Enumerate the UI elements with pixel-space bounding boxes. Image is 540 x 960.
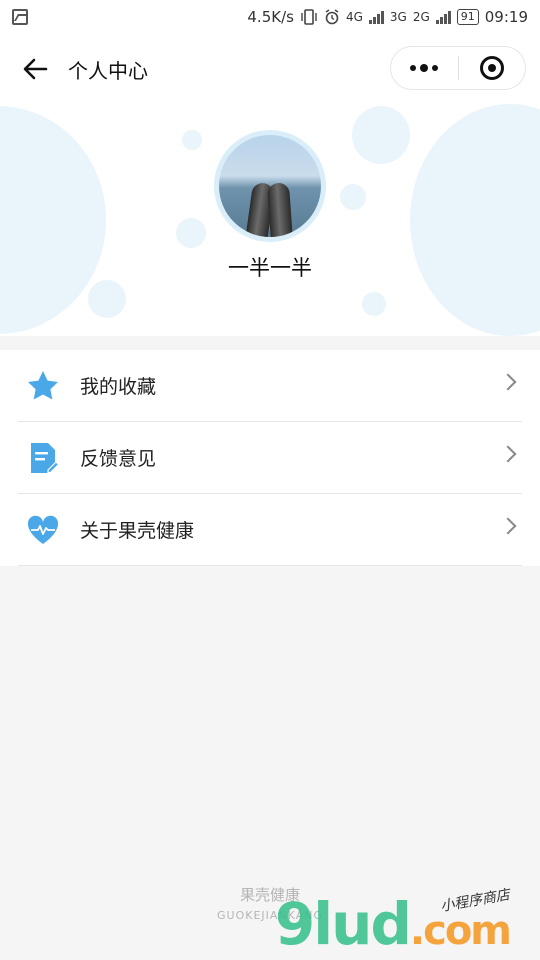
network-speed: 4.5K/s <box>247 8 294 26</box>
more-dot-icon <box>420 64 429 72</box>
menu-item-label: 我的收藏 <box>80 376 157 398</box>
target-icon <box>479 56 504 80</box>
menu-item-favorites[interactable]: 我的收藏 <box>18 350 522 422</box>
star-icon <box>26 369 60 403</box>
menu-item-feedback[interactable]: 反馈意见 <box>18 422 522 494</box>
decor-bubble <box>410 104 540 336</box>
decor-bubble <box>182 130 202 150</box>
avatar-image <box>219 135 321 237</box>
decor-bubble <box>362 292 386 316</box>
chevron-right-icon <box>499 445 517 463</box>
vibrate-icon <box>301 9 317 25</box>
chevron-right-icon <box>499 517 517 535</box>
menu-item-about[interactable]: 关于果壳健康 <box>18 494 522 566</box>
network-type-4g: 4G <box>345 10 363 24</box>
page-title: 个人中心 <box>68 58 148 83</box>
menu-list: 我的收藏 反馈意见 关于果壳健康 <box>0 350 540 566</box>
decor-bubble <box>88 280 126 318</box>
decor-bubble <box>352 106 410 164</box>
decor-bubble <box>340 184 366 210</box>
clock: 09:19 <box>484 8 528 26</box>
more-dot-icon <box>432 65 439 71</box>
menu-item-label: 反馈意见 <box>80 448 157 470</box>
miniprogram-capsule <box>390 46 526 90</box>
back-button[interactable] <box>0 34 70 104</box>
signal-icon-1 <box>368 10 384 24</box>
signal-icon-2 <box>435 10 451 24</box>
arrow-left-icon <box>23 58 48 80</box>
network-type-3g: 3G <box>389 10 407 24</box>
profile-header: 一半一半 <box>0 104 540 336</box>
document-edit-icon <box>26 441 60 475</box>
heart-pulse-icon <box>26 513 60 547</box>
network-type-2g: 2G <box>412 10 430 24</box>
menu-item-label: 关于果壳健康 <box>80 520 195 542</box>
image-notification-icon <box>12 9 28 25</box>
battery-icon: 91 <box>456 9 479 25</box>
status-bar: 4.5K/s 4G 3G 2G 91 09:19 <box>0 0 540 34</box>
more-button[interactable] <box>391 46 458 90</box>
watermark-main: 9lud <box>274 890 412 958</box>
status-right: 4.5K/s 4G 3G 2G 91 09:19 <box>247 8 528 26</box>
username: 一半一半 <box>228 256 312 280</box>
close-miniprogram-button[interactable] <box>459 46 526 90</box>
status-left <box>12 9 28 25</box>
avatar[interactable] <box>214 130 326 242</box>
chevron-right-icon <box>499 373 517 391</box>
alarm-icon <box>325 9 339 25</box>
nav-bar: 个人中心 <box>0 34 540 104</box>
watermark-com: .com <box>409 908 512 954</box>
more-dot-icon <box>410 65 417 71</box>
decor-bubble <box>176 218 206 248</box>
